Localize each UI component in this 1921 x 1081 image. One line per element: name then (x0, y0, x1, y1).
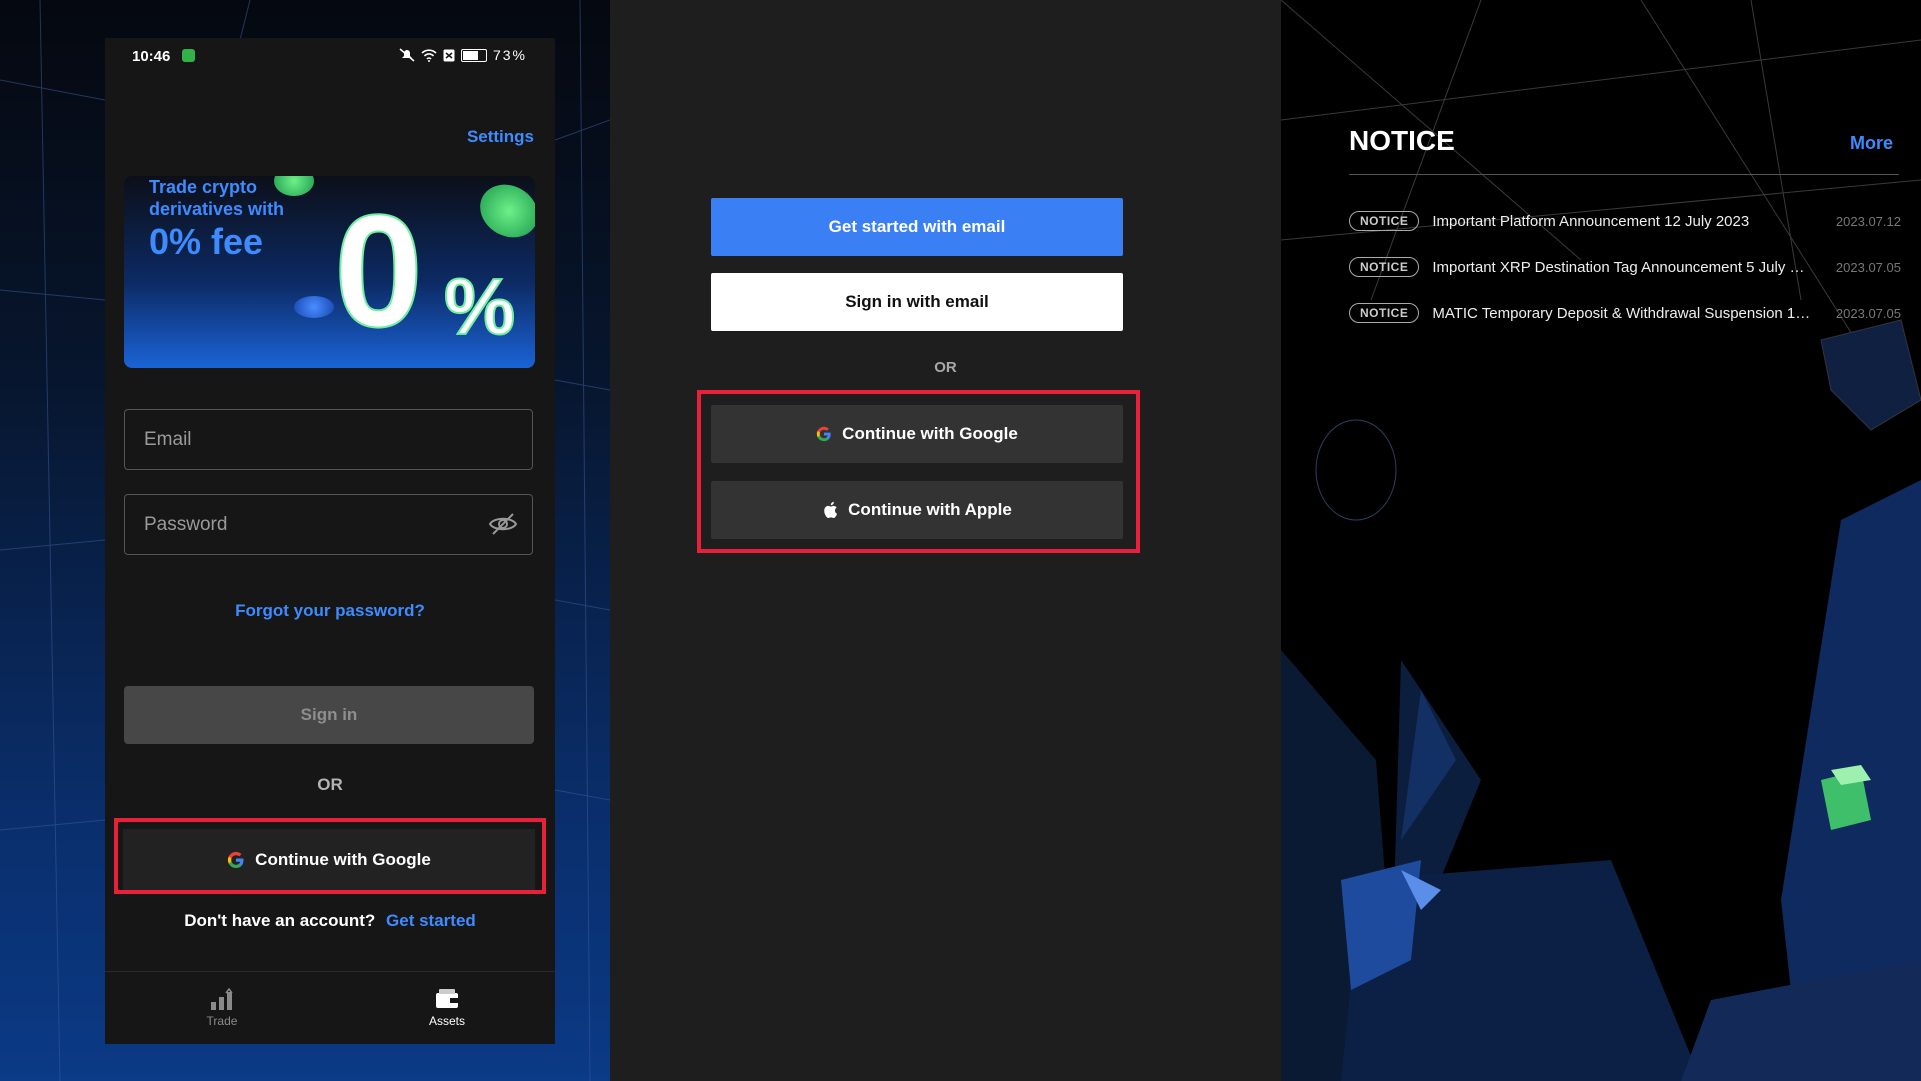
status-icons: 73% (399, 47, 527, 63)
email-field[interactable]: Email (124, 409, 533, 470)
forgot-password-link[interactable]: Forgot your password? (105, 601, 555, 621)
notice-badge: NOTICE (1349, 303, 1420, 323)
no-account-text: Don't have an account? (184, 911, 376, 930)
or-divider: OR (934, 359, 957, 376)
geometric-background (1281, 0, 1921, 1081)
notice-date: 2023.07.12 (1835, 213, 1901, 229)
get-started-link[interactable]: Get started (386, 911, 476, 930)
notice-more-link[interactable]: More (1850, 133, 1893, 154)
coin-decoration (294, 296, 334, 318)
highlight-box (697, 390, 1140, 553)
notice-item[interactable]: NOTICE MATIC Temporary Deposit & Withdra… (1349, 300, 1901, 326)
battery-icon (460, 48, 487, 62)
notice-date: 2023.07.05 (1835, 305, 1901, 321)
banner-big-zero: 0 (333, 181, 424, 360)
email-placeholder: Email (144, 429, 192, 450)
bottom-navigation: Trade Assets (105, 971, 555, 1044)
wifi-icon (421, 48, 437, 62)
promo-banner[interactable]: Trade crypto derivatives with 0% fee 0 % (124, 176, 535, 368)
nav-item-assets[interactable]: Assets (407, 988, 487, 1028)
primary-button-label: Get started with email (828, 217, 1006, 236)
notice-panel: NOTICE More NOTICE Important Platform An… (1281, 0, 1921, 1081)
notice-date: 2023.07.05 (1835, 259, 1901, 275)
nav-label: Assets (428, 1014, 465, 1028)
notice-badge: NOTICE (1349, 211, 1420, 231)
notice-title: NOTICE (1349, 125, 1455, 156)
status-bar: 10:46 73% (105, 38, 555, 74)
secondary-button-label: Sign in with email (845, 292, 989, 311)
status-time: 10:46 (132, 48, 171, 65)
wallet-icon (436, 989, 458, 1008)
chart-icon (211, 988, 233, 1010)
notice-text: MATIC Temporary Deposit & Withdrawal Sus… (1432, 304, 1812, 322)
nav-label: Trade (206, 1014, 238, 1028)
password-field[interactable]: Password (124, 494, 533, 555)
battery-level: 73% (492, 47, 527, 63)
sign-in-with-email-button[interactable]: Sign in with email (711, 273, 1123, 331)
notice-badge: NOTICE (1349, 257, 1420, 277)
settings-link[interactable]: Settings (467, 127, 534, 147)
password-placeholder: Password (144, 514, 228, 535)
eye-hidden-icon[interactable] (488, 512, 518, 536)
signup-prompt: Don't have an account? Get started (105, 911, 555, 931)
banner-headline: Trade crypto derivatives with (149, 177, 285, 219)
app-notification-icon (182, 49, 195, 62)
banner-fee: 0% fee (149, 221, 264, 262)
coin-decoration (470, 176, 535, 248)
get-started-with-email-button[interactable]: Get started with email (711, 198, 1123, 256)
or-divider: OR (317, 775, 343, 794)
notice-text: Important XRP Destination Tag Announceme… (1432, 258, 1813, 276)
banner-big-percent: % (443, 261, 516, 352)
nav-item-trade[interactable]: Trade (182, 988, 262, 1028)
highlight-box (114, 818, 546, 894)
notice-item[interactable]: NOTICE Important Platform Announcement 1… (1349, 208, 1901, 234)
divider (1349, 174, 1899, 175)
mute-icon (399, 48, 415, 62)
sign-in-button[interactable]: Sign in (124, 686, 534, 744)
notice-text: Important Platform Announcement 12 July … (1432, 212, 1750, 230)
sim-icon (443, 49, 455, 61)
notice-item[interactable]: NOTICE Important XRP Destination Tag Ann… (1349, 254, 1901, 280)
